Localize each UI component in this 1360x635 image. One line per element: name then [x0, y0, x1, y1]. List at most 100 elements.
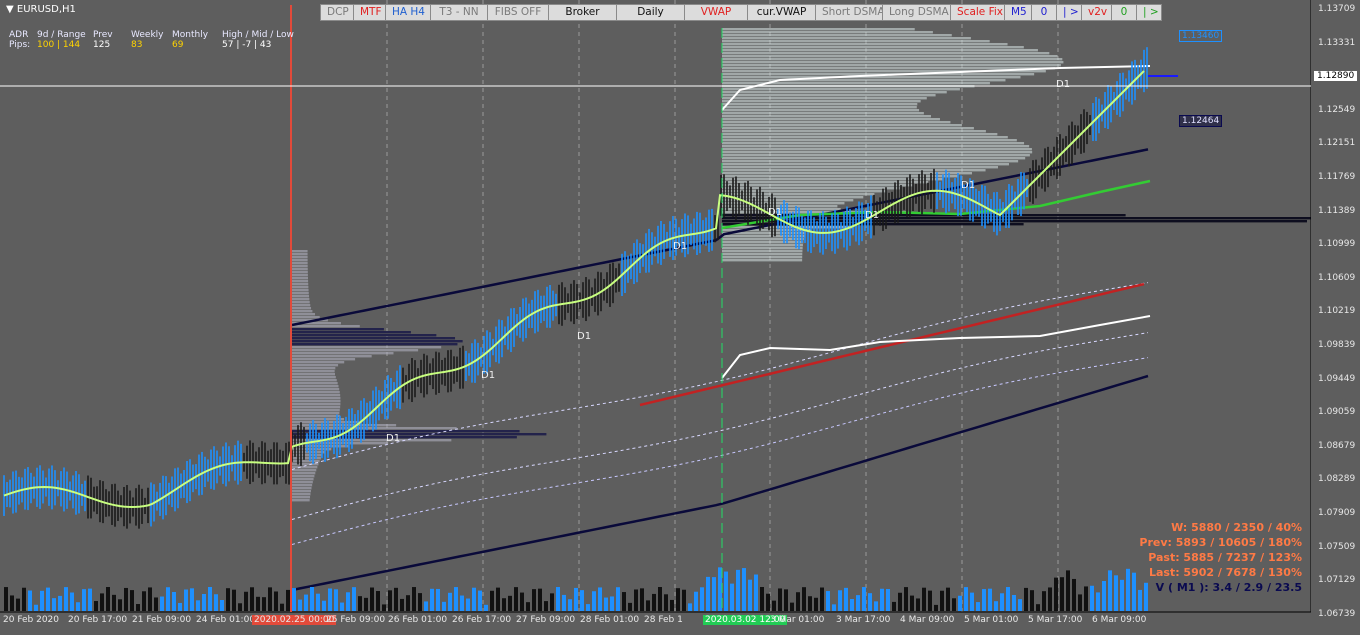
profile-bar — [291, 262, 308, 265]
volume-bar — [664, 594, 668, 611]
profile-bar — [722, 46, 1024, 49]
time-label: 6 Mar 09:00 — [1092, 615, 1147, 625]
toolbar-button-14[interactable]: | > — [1056, 4, 1082, 21]
volume-bar — [250, 587, 254, 611]
toolbar-button-11[interactable]: Scale Fix — [950, 4, 1005, 21]
profile-bar — [291, 379, 337, 382]
toolbar-button-6[interactable]: Daily — [616, 4, 685, 21]
volume-bar — [1072, 578, 1076, 611]
volume-bar — [634, 589, 638, 611]
profile-bar — [291, 382, 338, 385]
volume-bar — [1036, 604, 1040, 611]
volume-bar — [592, 591, 596, 611]
volume-bar — [508, 595, 512, 611]
price-label: 1.09839 — [1318, 340, 1356, 350]
weekly-header: Weekly — [131, 30, 164, 40]
profile-bar — [722, 130, 986, 133]
volume-bar — [934, 604, 938, 611]
profile-bar — [291, 280, 309, 283]
price-axis[interactable]: 1.13709 1.13331 1.12890 1.12549 1.12151 1.117… — [1311, 0, 1360, 620]
time-label: 5 Mar 17:00 — [1028, 615, 1083, 625]
d1-label: D1 — [961, 180, 975, 191]
volume-bar — [196, 600, 200, 611]
volume-bar — [850, 598, 854, 611]
profile-bar — [291, 451, 325, 454]
toolbar-button-7[interactable]: VWAP — [684, 4, 748, 21]
adr-label: ADR — [9, 30, 29, 40]
toolbar-button-5[interactable]: Broker — [548, 4, 617, 21]
profile-bar — [722, 238, 804, 241]
profile-bar — [291, 415, 340, 418]
toolbar-button-17[interactable]: | > — [1136, 4, 1162, 21]
toolbar-button-16[interactable]: 0 — [1111, 4, 1137, 21]
volume-bar — [844, 587, 848, 611]
toolbar-button-4[interactable]: FIBS OFF — [487, 4, 549, 21]
toolbar-button-10[interactable]: Long DSMA — [882, 4, 951, 21]
volume-bar — [952, 598, 956, 611]
volume-bar — [76, 602, 80, 611]
volume-bar — [622, 592, 626, 611]
toolbar-button-12[interactable]: M5 — [1004, 4, 1032, 21]
volume-bar — [424, 601, 428, 611]
volume-bar — [82, 589, 86, 611]
volume-bar — [1030, 590, 1034, 611]
profile-bar — [722, 37, 971, 40]
volume-bar — [568, 599, 572, 611]
volume-bar — [1084, 586, 1088, 611]
volume-bar — [244, 591, 248, 611]
volume-bar — [766, 593, 770, 611]
stat-last: Last: 5902 / 7678 / 130% — [1148, 566, 1302, 579]
price-label: 1.10609 — [1318, 272, 1356, 283]
volume-bar — [760, 587, 764, 611]
toolbar-button-9[interactable]: Short DSMA — [815, 4, 885, 21]
volume-bar — [1012, 594, 1016, 611]
volume-bar — [1024, 587, 1028, 611]
volume-bar — [376, 591, 380, 611]
profile-bar — [291, 259, 308, 262]
profile-bar — [722, 214, 1126, 217]
toolbar-button-1[interactable]: MTF — [353, 4, 386, 21]
profile-bar — [291, 271, 308, 274]
profile-bar — [722, 106, 917, 109]
profile-bar — [291, 274, 308, 277]
profile-bar — [291, 361, 345, 364]
volume-bar — [346, 592, 350, 611]
volume-bar — [142, 591, 146, 611]
volume-bar — [124, 587, 128, 611]
profile-bar — [722, 79, 1006, 82]
time-axis[interactable]: 20 Feb 2020 20 Feb 17:00 21 Feb 09:00 24 Fe… — [0, 612, 1311, 635]
profile-bar — [291, 364, 339, 367]
profile-bar — [722, 247, 803, 250]
toolbar-button-2[interactable]: HA H4 — [385, 4, 431, 21]
price-label: 1.07129 — [1318, 575, 1356, 586]
profile-bar — [722, 64, 1061, 67]
volume-bar — [1114, 575, 1118, 611]
volume-bar — [112, 594, 116, 611]
toolbar-button-0[interactable]: DCP — [320, 4, 354, 21]
volume-bar — [892, 601, 896, 611]
profile-bar — [291, 292, 309, 295]
time-label: 3 Mar 17:00 — [836, 615, 891, 625]
profile-bar — [722, 121, 951, 124]
toolbar-button-13[interactable]: 0 — [1031, 4, 1057, 21]
volume-bar — [904, 587, 908, 611]
volume-bar — [628, 602, 632, 611]
profile-bar — [291, 340, 463, 343]
toolbar-button-3[interactable]: T3 - NN — [430, 4, 488, 21]
toolbar-button-15[interactable]: v2v — [1081, 4, 1112, 21]
volume-bar — [670, 599, 674, 611]
volume-bar — [88, 588, 92, 611]
indicator-toolbar: DCP MTF HA H4 T3 - NN FIBS OFF Broker Daily VWA… — [320, 4, 1162, 21]
toolbar-button-8[interactable]: cur.VWAP — [747, 4, 816, 21]
volume-bar — [130, 590, 134, 611]
volume-bar — [874, 601, 878, 611]
profile-bar — [722, 124, 962, 127]
volume-bar — [370, 587, 374, 611]
volume-bar — [406, 595, 410, 611]
volume-bar — [496, 587, 500, 611]
volume-bar — [790, 602, 794, 611]
volume-bar — [862, 587, 866, 611]
profile-bar — [722, 256, 803, 259]
volume-bar — [106, 587, 110, 611]
volume-bar — [970, 592, 974, 611]
